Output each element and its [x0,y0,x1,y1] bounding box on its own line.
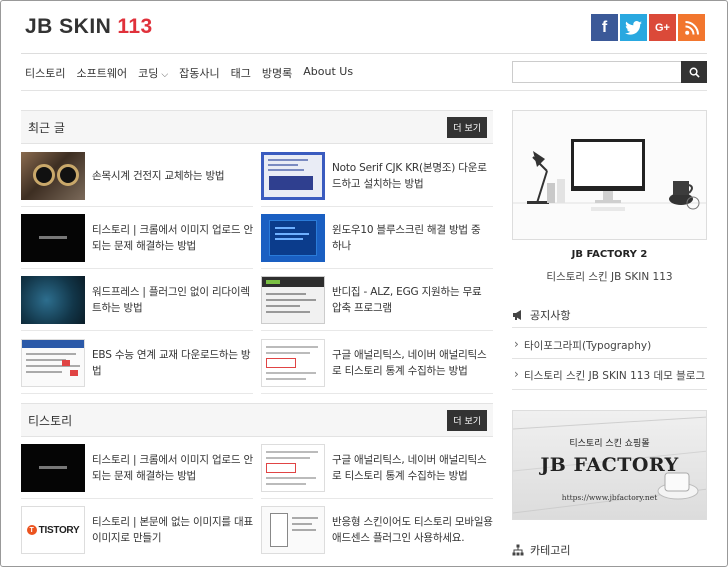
tistory-logo-icon: T [26,525,37,535]
rss-icon[interactable] [678,14,705,41]
tistory-section-title: 티스토리 [28,413,73,428]
post-thumbnail [21,151,85,200]
post-item[interactable]: 티스토리 | 크롬에서 이미지 업로드 안되는 문제 해결하는 방법 [21,437,253,499]
nav-divider [21,90,707,91]
post-thumbnail [261,275,325,324]
category-header: 카테고리 [512,542,707,558]
post-item[interactable]: 반디집 - ALZ, EGG 지원하는 무료 압축 프로그램 [261,269,493,331]
post-thumbnail [21,275,85,324]
nav-item-software[interactable]: 소프트웨어 [76,65,127,81]
megaphone-icon [513,310,521,320]
post-title: 윈도우10 블루스크린 해결 방법 중 하나 [332,223,481,252]
post-item[interactable]: 손목시계 건전지 교체하는 방법 [21,145,253,207]
post-title: 구글 애널리틱스, 네이버 애널리틱스로 티스토리 통계 수집하는 방법 [332,348,487,377]
tistory-section-header: 티스토리 더 보기 [21,403,493,437]
notice-item[interactable]: 티스토리 스킨 JB SKIN 113 데모 블로그 [512,367,707,383]
recent-posts-title: 최근 글 [28,120,65,135]
notice-item[interactable]: 타이포그라피(Typography) [512,337,707,353]
post-thumbnail [261,213,325,262]
featured-title[interactable]: JB FACTORY 2 [512,249,707,260]
recent-more-button[interactable]: 더 보기 [447,116,487,138]
twitter-icon[interactable] [620,14,647,41]
post-title: Noto Serif CJK KR(본명조) 다운로드하고 설치하는 방법 [332,161,487,190]
banner-url: https://www.jbfactory.net [561,493,658,502]
page-frame: JB SKIN 113 f G+ 티스토리 소프트웨어 코딩 ⌵ 잡동사니 태그 방… [0,0,728,567]
banner-top-text: 티스토리 스킨 쇼핑몰 [569,439,650,449]
post-item[interactable]: 구글 애널리틱스, 네이버 애널리틱스로 티스토리 통계 수집하는 방법 [261,437,493,499]
post-title: 티스토리 | 본문에 없는 이미지를 대표이미지로 만들기 [92,516,253,544]
nav-item-about[interactable]: About Us [303,65,353,81]
post-title: 티스토리 | 크롬에서 이미지 업로드 안되는 문제 해결하는 방법 [92,223,253,252]
post-thumbnail: T TISTORY [21,506,85,554]
post-item[interactable]: 워드프레스 | 플러그인 없이 리다이렉트하는 방법 [21,269,253,331]
banner-brand: JB FACTORY [540,454,679,476]
post-item[interactable]: T TISTORY 티스토리 | 본문에 없는 이미지를 대표이미지로 만들기 [21,499,253,561]
post-item[interactable]: 티스토리 | 크롬에서 이미지 업로드 안되는 문제 해결하는 방법 [21,207,253,269]
post-item[interactable]: EBS 수능 연계 교재 다운로드하는 방법 [21,332,253,394]
featured-image[interactable] [512,110,707,240]
header-divider [21,53,707,54]
notice-divider [512,327,707,328]
shop-banner[interactable]: 티스토리 스킨 쇼핑몰 JB FACTORY https://www.jbfac… [512,410,707,520]
nav-item-misc[interactable]: 잡동사니 [179,65,219,81]
main-nav: 티스토리 소프트웨어 코딩 ⌵ 잡동사니 태그 방명록 About Us [25,65,353,81]
search-box [512,61,707,83]
search-input[interactable] [512,61,681,83]
google-plus-icon[interactable]: G+ [649,14,676,41]
nav-item-coding[interactable]: 코딩 ⌵ [138,65,168,81]
post-title: 워드프레스 | 플러그인 없이 리다이렉트하는 방법 [92,285,250,314]
logo-number: 113 [117,15,153,38]
featured-subtitle[interactable]: 티스토리 스킨 JB SKIN 113 [512,269,707,284]
notice-title: 공지사항 [530,309,571,322]
post-thumbnail [21,213,85,262]
facebook-icon[interactable]: f [591,14,618,41]
post-thumbnail [261,443,325,492]
tistory-wordmark: TISTORY [38,524,80,536]
recent-posts-header: 최근 글 더 보기 [21,110,493,144]
desk-illustration [513,111,706,239]
chevron-down-icon: ⌵ [161,70,169,80]
post-title: 반디집 - ALZ, EGG 지원하는 무료 압축 프로그램 [332,285,482,314]
notice-header: 공지사항 [512,307,707,323]
nav-item-coding-label: 코딩 [138,67,159,80]
post-title: 반응형 스킨이어도 티스토리 모바일용 애드센스 플러그인 사용하세요. [332,516,493,544]
post-item[interactable]: 윈도우10 블루스크린 해결 방법 중 하나 [261,207,493,269]
post-thumbnail [21,338,85,387]
post-title: EBS 수능 연계 교재 다운로드하는 방법 [92,348,251,377]
sitemap-icon [512,544,524,556]
post-item[interactable]: 반응형 스킨이어도 티스토리 모바일용 애드센스 플러그인 사용하세요. [261,499,493,561]
social-links: f G+ [591,14,705,41]
notice-divider [512,358,707,359]
facebook-glyph: f [601,18,608,36]
logo-text: JB SKIN [25,15,112,38]
tistory-more-button[interactable]: 더 보기 [447,409,487,431]
google-plus-glyph: G+ [655,21,670,34]
nav-item-guestbook[interactable]: 방명록 [262,65,292,81]
search-button[interactable] [681,61,707,83]
search-icon [689,67,700,78]
notice-divider [512,389,707,390]
post-item[interactable]: 구글 애널리틱스, 네이버 애널리틱스로 티스토리 통계 수집하는 방법 [261,332,493,394]
post-thumbnail [261,506,325,554]
post-thumbnail [261,338,325,387]
post-item[interactable]: Noto Serif CJK KR(본명조) 다운로드하고 설치하는 방법 [261,145,493,207]
category-title: 카테고리 [530,544,571,557]
post-title: 손목시계 건전지 교체하는 방법 [92,169,225,182]
post-title: 구글 애널리틱스, 네이버 애널리틱스로 티스토리 통계 수집하는 방법 [332,453,487,482]
nav-item-tistory[interactable]: 티스토리 [25,65,65,81]
site-logo[interactable]: JB SKIN 113 [25,15,153,39]
post-thumbnail [21,443,85,492]
post-title: 티스토리 | 크롬에서 이미지 업로드 안되는 문제 해결하는 방법 [92,453,253,482]
post-thumbnail [261,151,325,200]
nav-item-tag[interactable]: 태그 [231,65,251,81]
